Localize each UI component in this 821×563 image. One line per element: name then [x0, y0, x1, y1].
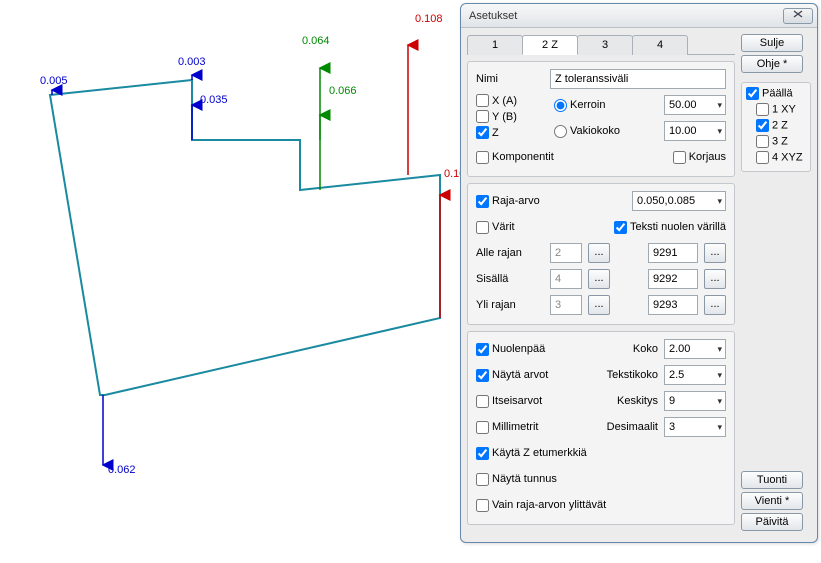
tekstikoko-combo[interactable]: 2.5 [664, 365, 726, 385]
sisa-label: Sisällä [476, 273, 544, 285]
side-buttons: Sulje Ohje * Päällä 1 XY 2 Z 3 Z 4 XYZ T… [741, 34, 811, 531]
yli-label: Yli rajan [476, 299, 544, 311]
label-0035: 0.035 [200, 94, 228, 106]
dialog-title: Asetukset [469, 10, 783, 22]
label-0108: 0.108 [415, 13, 443, 25]
group-name-axes: Nimi X (A) Y (B) Z Kerroin 50.00 [467, 61, 735, 177]
keskitys-label: Keskitys [592, 395, 658, 407]
tab-1[interactable]: 1 [467, 35, 523, 55]
label-0066: 0.066 [329, 85, 357, 97]
y-checkbox[interactable]: Y (B) [476, 110, 517, 123]
name-input[interactable] [550, 69, 726, 89]
alle-code[interactable]: 9291 [648, 243, 698, 263]
paalla-checkbox[interactable]: Päällä [746, 87, 806, 100]
import-button[interactable]: Tuonti [741, 471, 803, 489]
kerroin-combo[interactable]: 50.00 [664, 95, 726, 115]
sisa-browse[interactable]: ... [588, 269, 610, 289]
export-button[interactable]: Vienti * [741, 492, 803, 510]
side-presets: Päällä 1 XY 2 Z 3 Z 4 XYZ [741, 82, 811, 172]
yli-code[interactable]: 9293 [648, 295, 698, 315]
komponentit-checkbox[interactable]: Komponentit [476, 151, 554, 164]
alle-browse[interactable]: ... [588, 243, 610, 263]
varit-checkbox[interactable]: Värit [476, 221, 515, 234]
preset-2[interactable]: 2 Z [756, 119, 806, 132]
label-0062: 0.062 [108, 464, 136, 476]
korjaus-checkbox[interactable]: Korjaus [673, 151, 726, 164]
vakiokoko-radio[interactable]: Vakiokoko [554, 125, 620, 138]
yli-spin[interactable]: 3 [550, 295, 582, 315]
desim-combo[interactable]: 3 [664, 417, 726, 437]
close-button[interactable]: Sulje [741, 34, 803, 52]
teksti-nuolen-checkbox[interactable]: Teksti nuolen värillä [614, 221, 726, 234]
update-button[interactable]: Päivitä [741, 513, 803, 531]
alle-code-browse[interactable]: ... [704, 243, 726, 263]
nuolenpaa-checkbox[interactable]: Nuolenpää [476, 343, 586, 356]
itseis-checkbox[interactable]: Itseisarvot [476, 395, 586, 408]
titlebar: Asetukset [461, 4, 817, 28]
nayta-tunnus-checkbox[interactable]: Näytä tunnus [476, 473, 557, 486]
nayta-arvot-checkbox[interactable]: Näytä arvot [476, 369, 586, 382]
keskitys-combo[interactable]: 9 [664, 391, 726, 411]
sisa-code-browse[interactable]: ... [704, 269, 726, 289]
tekstikoko-label: Tekstikoko [592, 369, 658, 381]
group-raja: Raja-arvo 0.050,0.085 Värit Teksti nuole… [467, 183, 735, 325]
preset-1[interactable]: 1 XY [756, 103, 806, 116]
x-checkbox[interactable]: X (A) [476, 94, 517, 107]
mm-checkbox[interactable]: Millimetrit [476, 421, 586, 434]
drawing-canvas: 0.005 0.003 0.035 0.064 0.066 0.108 0.10… [0, 0, 460, 560]
z-checkbox[interactable]: Z [476, 126, 499, 139]
kerroin-radio[interactable]: Kerroin [554, 99, 605, 112]
alle-spin[interactable]: 2 [550, 243, 582, 263]
group-display: Nuolenpää Koko 2.00 Näytä arvot Tekstiko… [467, 331, 735, 525]
tab-strip: 1 2 Z 3 4 [467, 34, 735, 55]
raja-arvo-combo[interactable]: 0.050,0.085 [632, 191, 726, 211]
koko-label: Koko [592, 343, 658, 355]
vain-raja-checkbox[interactable]: Vain raja-arvon ylittävät [476, 499, 606, 512]
window-close-button[interactable] [783, 8, 813, 24]
close-icon [791, 9, 805, 19]
tab-4[interactable]: 4 [632, 35, 688, 55]
desim-label: Desimaalit [592, 421, 658, 433]
label-0005: 0.005 [40, 75, 68, 87]
label-0064: 0.064 [302, 35, 330, 47]
preset-3[interactable]: 3 Z [756, 135, 806, 148]
name-label: Nimi [476, 73, 544, 85]
tab-2[interactable]: 2 Z [522, 35, 578, 55]
help-button[interactable]: Ohje * [741, 55, 803, 73]
polyline-svg [0, 0, 460, 560]
yli-code-browse[interactable]: ... [704, 295, 726, 315]
koko-combo[interactable]: 2.00 [664, 339, 726, 359]
sisa-code[interactable]: 9292 [648, 269, 698, 289]
tab-3[interactable]: 3 [577, 35, 633, 55]
label-0003: 0.003 [178, 56, 206, 68]
kayta-z-checkbox[interactable]: Käytä Z etumerkkiä [476, 447, 587, 460]
preset-4[interactable]: 4 XYZ [756, 151, 806, 164]
settings-dialog: Asetukset 1 2 Z 3 4 Nimi [460, 3, 818, 543]
alle-label: Alle rajan [476, 247, 544, 259]
sisa-spin[interactable]: 4 [550, 269, 582, 289]
yli-browse[interactable]: ... [588, 295, 610, 315]
vakiokoko-combo[interactable]: 10.00 [664, 121, 726, 141]
raja-arvo-checkbox[interactable]: Raja-arvo [476, 195, 540, 208]
